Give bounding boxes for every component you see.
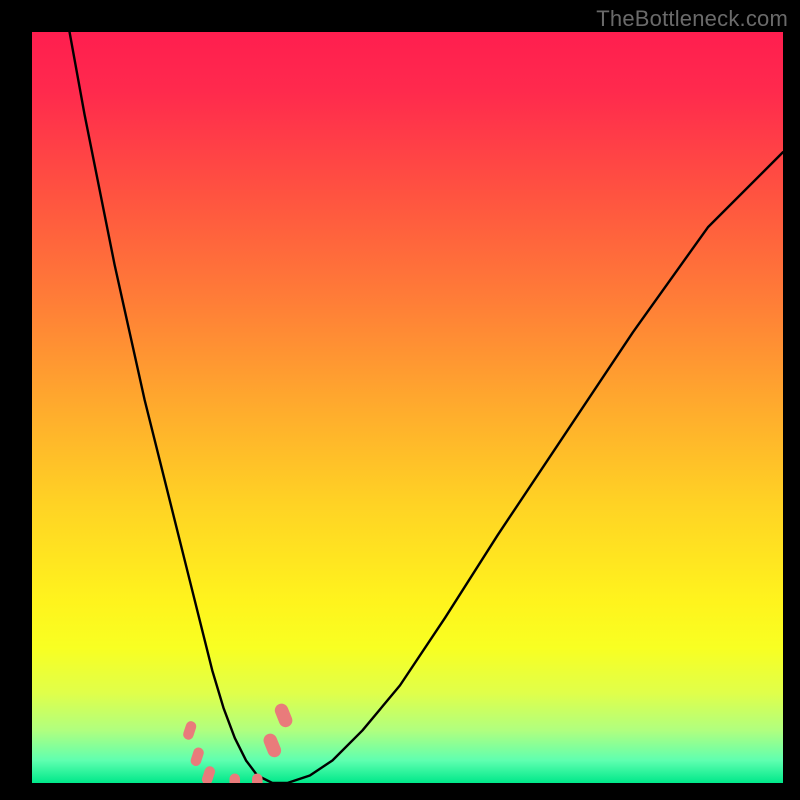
right-dot-2 bbox=[273, 702, 295, 730]
bottleneck-curve bbox=[70, 32, 783, 783]
left-dot-1 bbox=[182, 720, 198, 741]
watermark-text: TheBottleneck.com bbox=[596, 6, 788, 32]
left-dot-2 bbox=[189, 746, 205, 767]
bottom-dot-2 bbox=[252, 774, 262, 783]
chart-frame: TheBottleneck.com bbox=[0, 0, 800, 800]
plot-area bbox=[32, 32, 783, 783]
left-dot-3 bbox=[201, 765, 217, 783]
right-dot-1 bbox=[262, 732, 284, 760]
bottom-dot-1 bbox=[230, 774, 241, 783]
curve-layer bbox=[32, 32, 783, 783]
